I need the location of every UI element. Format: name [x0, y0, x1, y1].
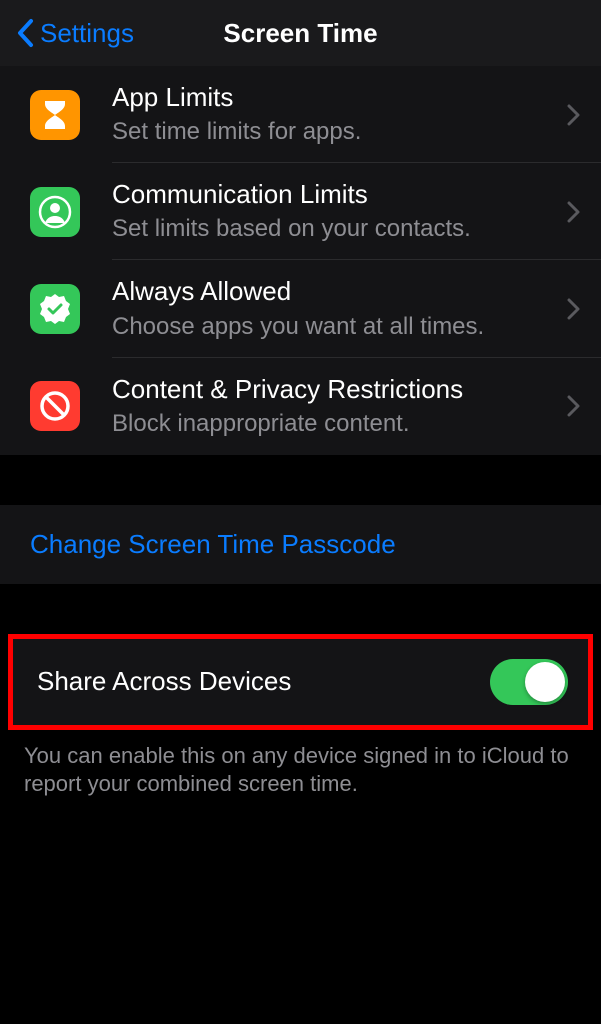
page-title: Screen Time: [223, 18, 377, 49]
row-text: App Limits Set time limits for apps.: [112, 82, 555, 147]
row-title: Communication Limits: [112, 179, 555, 210]
row-title: Content & Privacy Restrictions: [112, 374, 555, 405]
row-subtitle: Block inappropriate content.: [112, 409, 555, 439]
person-circle-icon: [30, 187, 80, 237]
row-communication-limits[interactable]: Communication Limits Set limits based on…: [0, 163, 601, 260]
back-label: Settings: [40, 18, 134, 49]
hourglass-icon: [30, 90, 80, 140]
toggle-label: Share Across Devices: [37, 666, 291, 697]
no-entry-icon: [30, 381, 80, 431]
toggle-switch[interactable]: [490, 659, 568, 705]
highlight-frame: Share Across Devices: [8, 634, 593, 730]
checkmark-seal-icon: [30, 284, 80, 334]
row-subtitle: Choose apps you want at all times.: [112, 312, 555, 342]
row-app-limits[interactable]: App Limits Set time limits for apps.: [0, 66, 601, 163]
row-subtitle: Set limits based on your contacts.: [112, 214, 555, 244]
toggle-knob: [525, 662, 565, 702]
row-content-privacy[interactable]: Content & Privacy Restrictions Block ina…: [0, 358, 601, 455]
row-text: Always Allowed Choose apps you want at a…: [112, 276, 555, 341]
chevron-right-icon: [567, 104, 581, 126]
chevron-left-icon: [16, 18, 34, 48]
chevron-right-icon: [567, 201, 581, 223]
row-change-passcode[interactable]: Change Screen Time Passcode: [0, 505, 601, 584]
chevron-right-icon: [567, 395, 581, 417]
row-share-across-devices[interactable]: Share Across Devices: [13, 639, 588, 725]
footer-description: You can enable this on any device signed…: [0, 730, 601, 799]
settings-list: App Limits Set time limits for apps. Com…: [0, 66, 601, 455]
back-button[interactable]: Settings: [16, 18, 134, 49]
row-always-allowed[interactable]: Always Allowed Choose apps you want at a…: [0, 260, 601, 357]
chevron-right-icon: [567, 298, 581, 320]
row-text: Communication Limits Set limits based on…: [112, 179, 555, 244]
section-spacer: [0, 584, 601, 634]
link-label: Change Screen Time Passcode: [30, 529, 396, 559]
row-title: Always Allowed: [112, 276, 555, 307]
nav-bar: Settings Screen Time: [0, 0, 601, 66]
row-subtitle: Set time limits for apps.: [112, 117, 555, 147]
row-title: App Limits: [112, 82, 555, 113]
section-spacer: [0, 455, 601, 505]
row-text: Content & Privacy Restrictions Block ina…: [112, 374, 555, 439]
